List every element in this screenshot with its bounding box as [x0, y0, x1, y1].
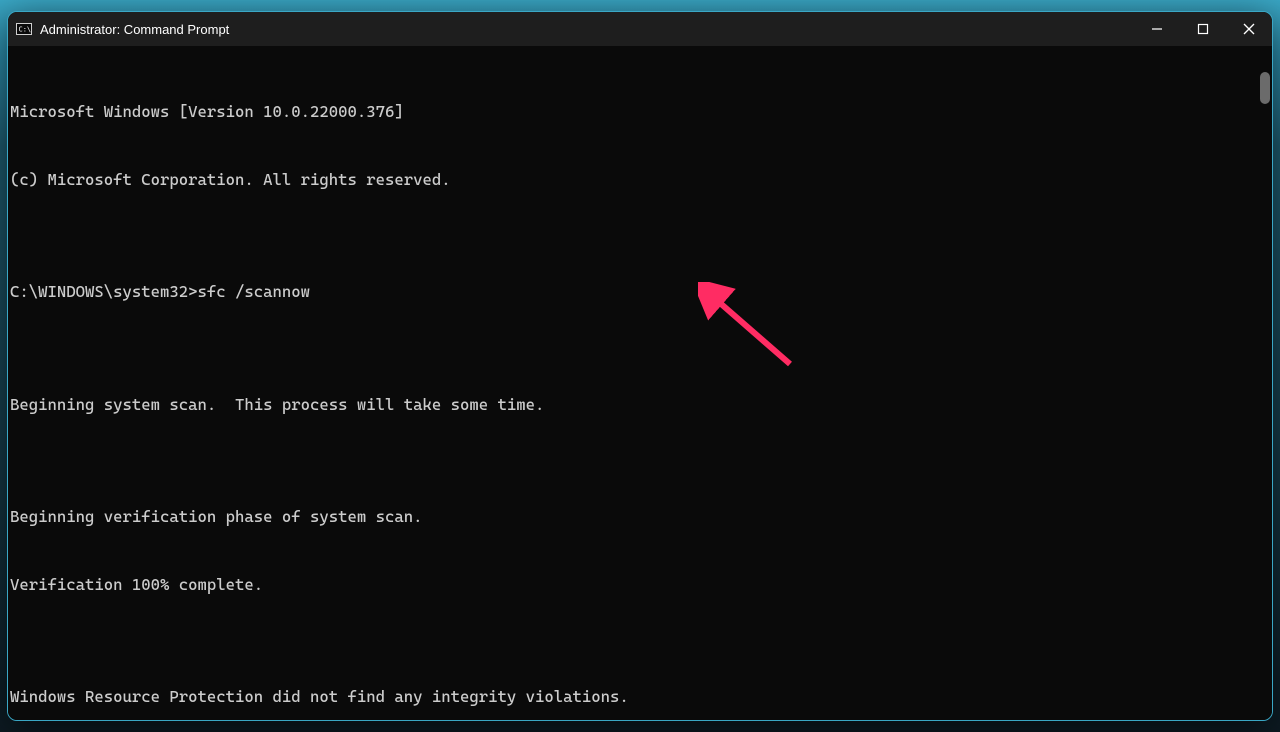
terminal-line: Beginning verification phase of system s…	[10, 506, 1264, 529]
titlebar[interactable]: C:\ Administrator: Command Prompt	[8, 12, 1272, 46]
terminal-line: C:\WINDOWS\system32>sfc /scannow	[10, 281, 1264, 304]
terminal-line: Microsoft Windows [Version 10.0.22000.37…	[10, 101, 1264, 124]
cmd-icon: C:\	[16, 21, 32, 37]
scrollbar-track[interactable]	[1260, 50, 1270, 716]
terminal-output: Microsoft Windows [Version 10.0.22000.37…	[8, 46, 1272, 720]
svg-text:C:\: C:\	[19, 26, 32, 34]
terminal-line: (c) Microsoft Corporation. All rights re…	[10, 169, 1264, 192]
command-prompt-window: C:\ Administrator: Command Prompt Micros…	[7, 11, 1273, 721]
terminal-line: Windows Resource Protection did not find…	[10, 686, 1264, 709]
scrollbar-thumb[interactable]	[1260, 72, 1270, 104]
close-button[interactable]	[1226, 12, 1272, 46]
maximize-button[interactable]	[1180, 12, 1226, 46]
minimize-button[interactable]	[1134, 12, 1180, 46]
terminal-area[interactable]: Microsoft Windows [Version 10.0.22000.37…	[8, 46, 1272, 720]
window-title: Administrator: Command Prompt	[40, 22, 229, 37]
terminal-line: Verification 100% complete.	[10, 574, 1264, 597]
terminal-line: Beginning system scan. This process will…	[10, 394, 1264, 417]
